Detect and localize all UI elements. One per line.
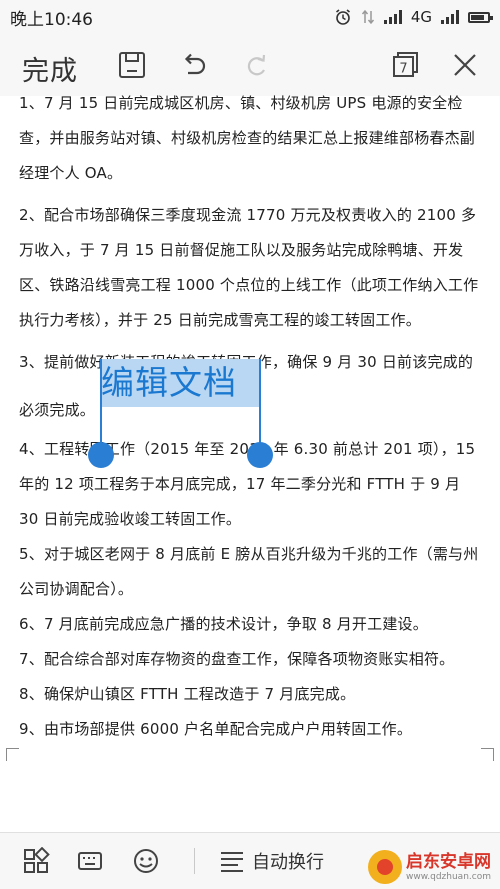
watermark-name: 启东安卓网	[406, 851, 491, 872]
bottom-bar-divider	[194, 848, 195, 874]
doc-paragraph-9[interactable]: 9、由市场部提供 6000 户名单配合完成户户用转固工作。	[19, 712, 482, 747]
signal-strength-2-icon	[441, 10, 459, 24]
save-icon[interactable]	[117, 50, 147, 80]
signal-strength-icon	[383, 10, 402, 24]
redo-icon[interactable]	[242, 50, 272, 80]
emoji-icon[interactable]	[132, 847, 160, 875]
status-time: 晚上10:46	[10, 9, 93, 30]
done-button[interactable]: 完成	[22, 49, 78, 88]
data-transfer-icon	[361, 9, 374, 25]
close-icon[interactable]	[450, 50, 480, 80]
doc-paragraph-7[interactable]: 7、配合综合部对库存物资的盘查工作，保障各项物资账实相符。	[19, 642, 482, 677]
page-corner-mark-right	[481, 748, 494, 761]
status-icons: 4G	[334, 8, 493, 26]
doc-paragraph-2[interactable]: 2、配合市场部确保三季度现金流 1770 万元及权责收入的 2100 多万收入，…	[19, 198, 482, 338]
document-body[interactable]: 1、7 月 15 日前完成城区机房、镇、村级机房 UPS 电源的安全检查，并由服…	[0, 86, 500, 746]
watermark-text: 启东安卓网 www.qdzhuan.com	[406, 852, 491, 883]
page-count-badge: 7	[399, 62, 407, 77]
wrap-lines-icon[interactable]	[218, 847, 246, 875]
doc-paragraph-8[interactable]: 8、确保炉山镇区 FTTH 工程改造于 7 月底完成。	[19, 677, 482, 712]
selection-end-line	[259, 359, 261, 447]
battery-icon	[468, 11, 493, 23]
selection-start-line	[100, 359, 102, 447]
status-bar: 晚上10:46 4G	[0, 0, 500, 34]
selection-start-handle[interactable]	[88, 442, 114, 468]
site-watermark: 启东安卓网 www.qdzhuan.com	[368, 845, 500, 889]
selection-end-handle[interactable]	[247, 442, 273, 468]
page-view-icon[interactable]: 7	[390, 50, 420, 80]
doc-paragraph-5[interactable]: 5、对于城区老网于 8 月底前 E 膀从百兆升级为千兆的工作（需与州公司协调配合…	[19, 537, 482, 607]
network-type: 4G	[410, 8, 432, 26]
alarm-icon	[335, 9, 350, 25]
auto-wrap-button[interactable]: 自动换行	[252, 848, 324, 874]
doc-paragraph-1[interactable]: 1、7 月 15 日前完成城区机房、镇、村级机房 UPS 电源的安全检查，并由服…	[19, 86, 482, 191]
doc-paragraph-6[interactable]: 6、7 月底前完成应急广播的技术设计，争取 8 月开工建设。	[19, 607, 482, 642]
watermark-logo-icon	[368, 850, 402, 884]
watermark-url: www.qdzhuan.com	[406, 871, 491, 882]
selected-text[interactable]: 编辑文档	[101, 359, 260, 407]
page-corner-mark-left	[6, 748, 19, 761]
undo-icon[interactable]	[179, 50, 209, 80]
keyboard-icon[interactable]	[76, 847, 104, 875]
text-selection[interactable]: 编辑文档	[101, 359, 260, 409]
grid-icon[interactable]	[22, 847, 50, 875]
